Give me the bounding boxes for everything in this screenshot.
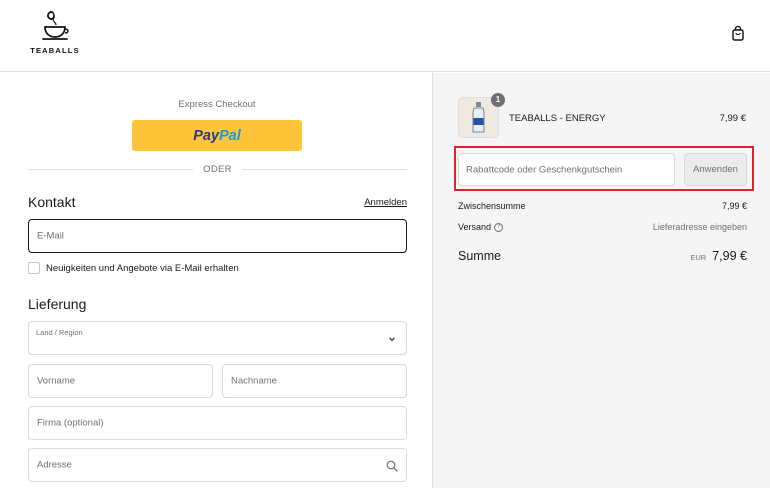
subtotal-row: Zwischensumme 7,99 €	[458, 201, 747, 211]
email-field[interactable]: E-Mail	[28, 219, 407, 253]
newsletter-checkbox[interactable]	[28, 262, 40, 274]
shipping-value: Lieferadresse eingeben	[652, 222, 747, 232]
login-link[interactable]: Anmelden	[362, 197, 407, 208]
contact-heading: Kontakt	[28, 194, 76, 210]
or-divider: ODER	[28, 165, 407, 174]
total-label: Summe	[458, 249, 502, 263]
cart-button[interactable]	[731, 25, 745, 41]
site-header: TEABALLS	[0, 0, 770, 72]
discount-code-input[interactable]: Rabattcode oder Geschenkgutschein	[458, 153, 675, 186]
last-name-placeholder: Nachname	[231, 375, 277, 387]
email-placeholder: E-Mail	[37, 230, 64, 242]
product-price: 7,99 €	[719, 113, 746, 124]
quantity-badge: 1	[491, 93, 505, 107]
total-row: Summe EUR 7,99 €	[458, 249, 747, 263]
subtotal-value: 7,99 €	[721, 201, 747, 211]
chevron-down-icon	[389, 337, 395, 342]
paypal-button[interactable]: Pay Pal	[132, 120, 302, 151]
newsletter-label: Neuigkeiten und Angebote via E-Mail erha…	[46, 262, 239, 274]
teacup-logo-icon	[42, 11, 69, 40]
shipping-label: Versand	[458, 222, 492, 232]
total-value: 7,99 €	[712, 249, 747, 263]
discount-placeholder: Rabattcode oder Geschenkgutschein	[466, 164, 623, 175]
subtotal-label: Zwischensumme	[458, 201, 526, 211]
search-icon	[386, 460, 398, 472]
shopping-bag-icon	[732, 25, 744, 41]
checkout-form: Express Checkout Pay Pal ODER Kontakt Anm…	[0, 73, 432, 488]
address-placeholder: Adresse	[37, 459, 72, 471]
total-currency: EUR	[690, 253, 707, 262]
delivery-heading: Lieferung	[28, 296, 87, 312]
brand-name: TEABALLS	[30, 46, 80, 55]
express-checkout-title: Express Checkout	[178, 99, 256, 110]
paypal-logo-part1: Pay	[193, 127, 220, 144]
first-name-field[interactable]: Vorname	[28, 364, 213, 398]
product-name: TEABALLS - ENERGY	[509, 113, 606, 124]
info-icon[interactable]: ?	[494, 223, 504, 233]
shipping-row: Versand? Lieferadresse eingeben	[458, 222, 747, 233]
company-placeholder: Firma (optional)	[37, 417, 104, 429]
brand-logo[interactable]: TEABALLS	[29, 10, 81, 56]
order-summary: 1 TEABALLS - ENERGY 7,99 € Rabattcode od…	[432, 73, 770, 488]
paypal-logo-part2: Pal	[219, 127, 241, 144]
company-field[interactable]: Firma (optional)	[28, 406, 407, 440]
or-divider-text: ODER	[203, 163, 232, 175]
country-select[interactable]: Land / Region	[28, 321, 407, 355]
country-label: Land / Region	[36, 328, 83, 337]
last-name-field[interactable]: Nachname	[222, 364, 407, 398]
apply-discount-button[interactable]: Anwenden	[684, 153, 747, 186]
newsletter-option: Neuigkeiten und Angebote via E-Mail erha…	[28, 262, 239, 274]
address-field[interactable]: Adresse	[28, 448, 407, 482]
first-name-placeholder: Vorname	[37, 375, 76, 387]
